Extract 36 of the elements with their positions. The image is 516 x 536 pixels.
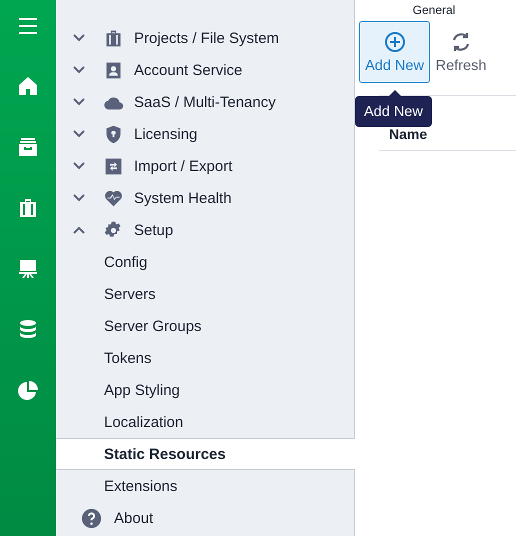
archive-icon bbox=[16, 135, 40, 159]
nav-group-label: Setup bbox=[134, 222, 174, 238]
nav-group[interactable]: Import / Export bbox=[56, 150, 354, 182]
nav-group[interactable]: Setup bbox=[56, 214, 354, 246]
pie-chart-icon bbox=[16, 379, 40, 403]
nav-group[interactable]: Licensing bbox=[56, 118, 354, 150]
nav-group[interactable]: Projects / File System bbox=[56, 22, 354, 54]
nav-group-label: Account Service bbox=[134, 62, 242, 78]
nav-item[interactable]: Config bbox=[56, 246, 354, 278]
nav-item[interactable]: Static Resources bbox=[56, 438, 355, 470]
nav-item[interactable]: Extensions bbox=[56, 470, 354, 502]
tooltip-pointer bbox=[389, 90, 401, 96]
nav-item[interactable]: Localization bbox=[56, 406, 354, 438]
toolbar-button[interactable]: Refresh bbox=[432, 21, 490, 83]
home-icon bbox=[16, 74, 40, 98]
nav-item[interactable]: Tokens bbox=[56, 342, 354, 374]
nav-group-label: Projects / File System bbox=[134, 30, 280, 46]
presentation-icon bbox=[16, 257, 40, 281]
column-header: Name bbox=[389, 126, 428, 142]
nav-item[interactable]: Servers bbox=[56, 278, 354, 310]
help-icon bbox=[81, 508, 102, 528]
nav-group-label: SaaS / Multi-Tenancy bbox=[134, 94, 276, 110]
nav-group[interactable]: Account Service bbox=[56, 54, 354, 86]
section-title: General bbox=[412, 3, 456, 19]
nav-group[interactable]: SaaS / Multi-Tenancy bbox=[56, 86, 354, 118]
toolbar-button[interactable]: Add New bbox=[359, 21, 430, 83]
nav-group-label: Licensing bbox=[134, 126, 198, 142]
plus-circle-icon bbox=[382, 30, 406, 54]
nav-group[interactable]: System Health bbox=[56, 182, 354, 214]
nav-item[interactable]: Server Groups bbox=[56, 310, 354, 342]
nav-group-label: Import / Export bbox=[134, 158, 232, 174]
about-item[interactable]: About bbox=[56, 502, 354, 534]
nav-item[interactable]: App Styling bbox=[56, 374, 354, 406]
swap-arrows-icon bbox=[103, 156, 124, 176]
tooltip: Add New bbox=[355, 96, 432, 127]
nav-group-label: System Health bbox=[134, 190, 232, 206]
